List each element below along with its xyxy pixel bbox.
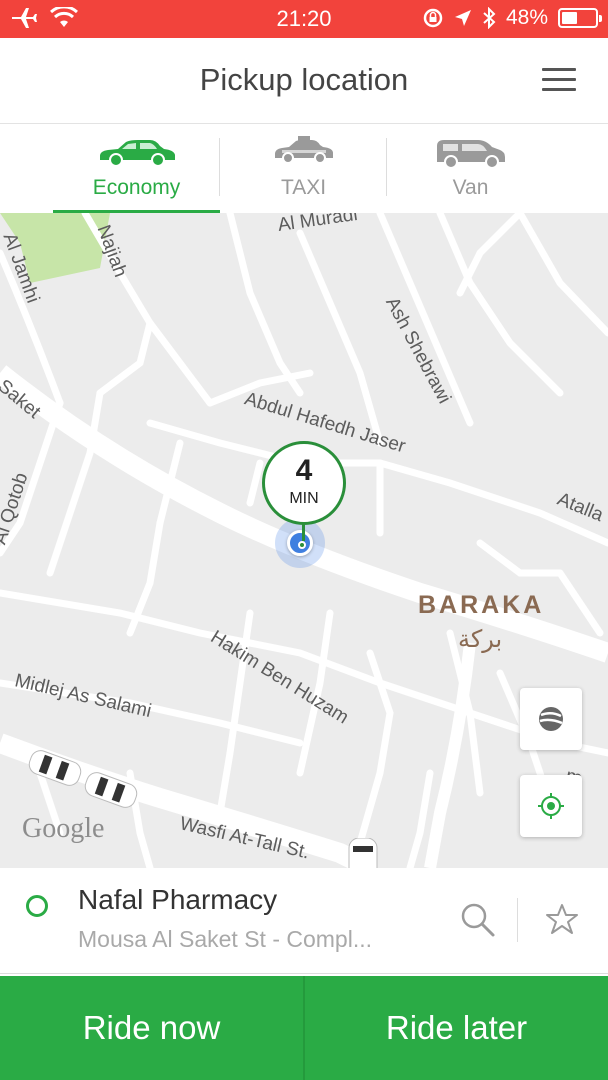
map-view[interactable]: Al Muradi Najiah Al Jamhi Ash Shebrawi S…	[0, 213, 608, 868]
card-divider	[517, 898, 518, 942]
bluetooth-icon	[483, 7, 496, 29]
status-bar: 21:20 48%	[0, 0, 608, 38]
tab-van-label: Van	[452, 176, 489, 199]
globe-icon	[539, 707, 563, 731]
pickup-pin-point	[298, 541, 306, 549]
car-marker-icon	[348, 838, 378, 868]
header: Pickup location	[0, 38, 608, 124]
orientation-lock-icon	[423, 8, 443, 28]
tab-taxi-label: TAXI	[280, 176, 327, 199]
battery-icon	[558, 8, 602, 28]
tab-taxi[interactable]: TAXI	[220, 124, 387, 212]
car-icon	[99, 140, 175, 167]
tab-economy[interactable]: Economy	[53, 124, 220, 214]
pickup-location-card[interactable]: Nafal Pharmacy Mousa Al Saket St - Compl…	[0, 868, 608, 974]
ride-later-button[interactable]: Ride later	[305, 976, 608, 1080]
taxi-icon	[274, 136, 333, 164]
status-right-icons: 48%	[422, 6, 602, 30]
hamburger-menu-icon[interactable]	[542, 68, 578, 94]
star-icon[interactable]	[544, 902, 580, 938]
car-marker-icon	[28, 750, 138, 808]
location-arrow-icon	[454, 10, 471, 26]
my-location-icon	[538, 793, 564, 819]
vehicle-type-tabs: Economy TAXI Van	[0, 124, 608, 214]
globe-button[interactable]	[520, 688, 582, 750]
pickup-status-icon	[26, 895, 48, 917]
eta-value: 4	[295, 454, 313, 487]
my-location-button[interactable]	[520, 775, 582, 837]
pickup-address: Mousa Al Saket St - Compl...	[78, 926, 373, 952]
ride-action-bar: Ride now Ride later	[0, 976, 608, 1080]
eta-unit: MIN	[289, 490, 319, 507]
battery-percent: 48%	[505, 6, 548, 29]
pickup-place-name: Nafal Pharmacy	[78, 884, 278, 915]
van-icon	[436, 140, 505, 169]
district-label-arabic: بركة	[458, 626, 503, 653]
district-label: BARAKA	[418, 591, 545, 619]
tab-van[interactable]: Van	[387, 124, 554, 212]
tab-economy-label: Economy	[92, 176, 181, 199]
page-title: Pickup location	[199, 62, 409, 97]
map-attribution: Google	[22, 813, 105, 844]
eta-pin-stem	[302, 523, 305, 541]
ride-now-button[interactable]: Ride now	[0, 976, 303, 1080]
search-icon[interactable]	[460, 902, 496, 938]
battery-fill	[562, 12, 577, 24]
eta-pin[interactable]: 4 MIN	[262, 441, 346, 525]
